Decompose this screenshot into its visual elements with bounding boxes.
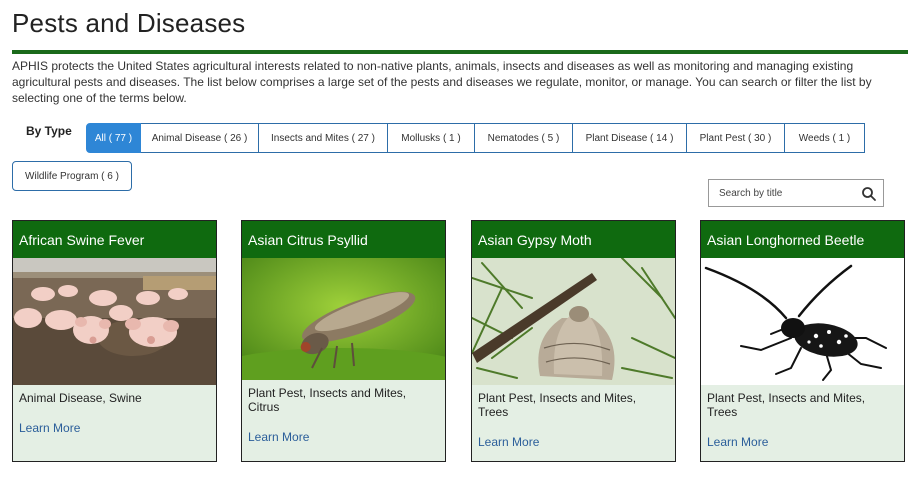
psyllid-photo bbox=[242, 258, 445, 380]
filter-plant-pest[interactable]: Plant Pest ( 30 ) bbox=[687, 123, 785, 153]
learn-more-link[interactable]: Learn More bbox=[13, 405, 216, 435]
filter-all[interactable]: All ( 77 ) bbox=[86, 123, 141, 153]
card-asian-citrus-psyllid[interactable]: Asian Citrus Psyllid Plant Pest, Insects… bbox=[241, 220, 446, 462]
card-african-swine-fever[interactable]: African Swine Fever Animal Disease, Swin… bbox=[12, 220, 217, 462]
intro-paragraph: APHIS protects the United States agricul… bbox=[12, 59, 872, 105]
card-asian-gypsy-moth[interactable]: Asian Gypsy Moth Plant Pest, Insects and… bbox=[471, 220, 676, 462]
moth-photo bbox=[472, 258, 675, 385]
filter-insects-and-mites[interactable]: Insects and Mites ( 27 ) bbox=[259, 123, 388, 153]
card-title[interactable]: Asian Longhorned Beetle bbox=[701, 221, 904, 258]
filter-tabs: All ( 77 ) Animal Disease ( 26 ) Insects… bbox=[86, 123, 865, 153]
card-tags: Plant Pest, Insects and Mites, Citrus bbox=[248, 386, 407, 414]
card-title[interactable]: Asian Citrus Psyllid bbox=[242, 221, 445, 258]
learn-more-link[interactable]: Learn More bbox=[472, 419, 675, 449]
filter-wildlife-program[interactable]: Wildlife Program ( 6 ) bbox=[12, 161, 132, 191]
filter-label: By Type bbox=[26, 124, 72, 138]
card-tags: Animal Disease, Swine bbox=[19, 391, 142, 405]
learn-more-link[interactable]: Learn More bbox=[701, 419, 904, 449]
filter-nematodes[interactable]: Nematodes ( 5 ) bbox=[475, 123, 573, 153]
card-asian-longhorned-beetle[interactable]: Asian Longhorned Beetle Plant Pest, Inse… bbox=[700, 220, 905, 462]
card-tags: Plant Pest, Insects and Mites, Trees bbox=[707, 391, 866, 419]
search-box bbox=[708, 179, 884, 207]
search-input[interactable] bbox=[709, 187, 849, 199]
beetle-photo bbox=[701, 258, 904, 385]
filter-plant-disease[interactable]: Plant Disease ( 14 ) bbox=[573, 123, 687, 153]
search-icon[interactable] bbox=[861, 186, 877, 202]
filter-mollusks[interactable]: Mollusks ( 1 ) bbox=[388, 123, 475, 153]
card-title[interactable]: African Swine Fever bbox=[13, 221, 216, 258]
learn-more-link[interactable]: Learn More bbox=[242, 414, 445, 444]
filter-animal-disease[interactable]: Animal Disease ( 26 ) bbox=[141, 123, 259, 153]
card-tags: Plant Pest, Insects and Mites, Trees bbox=[478, 391, 637, 419]
title-divider bbox=[12, 50, 908, 54]
card-title[interactable]: Asian Gypsy Moth bbox=[472, 221, 675, 258]
filter-weeds[interactable]: Weeds ( 1 ) bbox=[785, 123, 865, 153]
pigs-photo bbox=[13, 258, 216, 385]
page-title: Pests and Diseases bbox=[12, 8, 246, 38]
